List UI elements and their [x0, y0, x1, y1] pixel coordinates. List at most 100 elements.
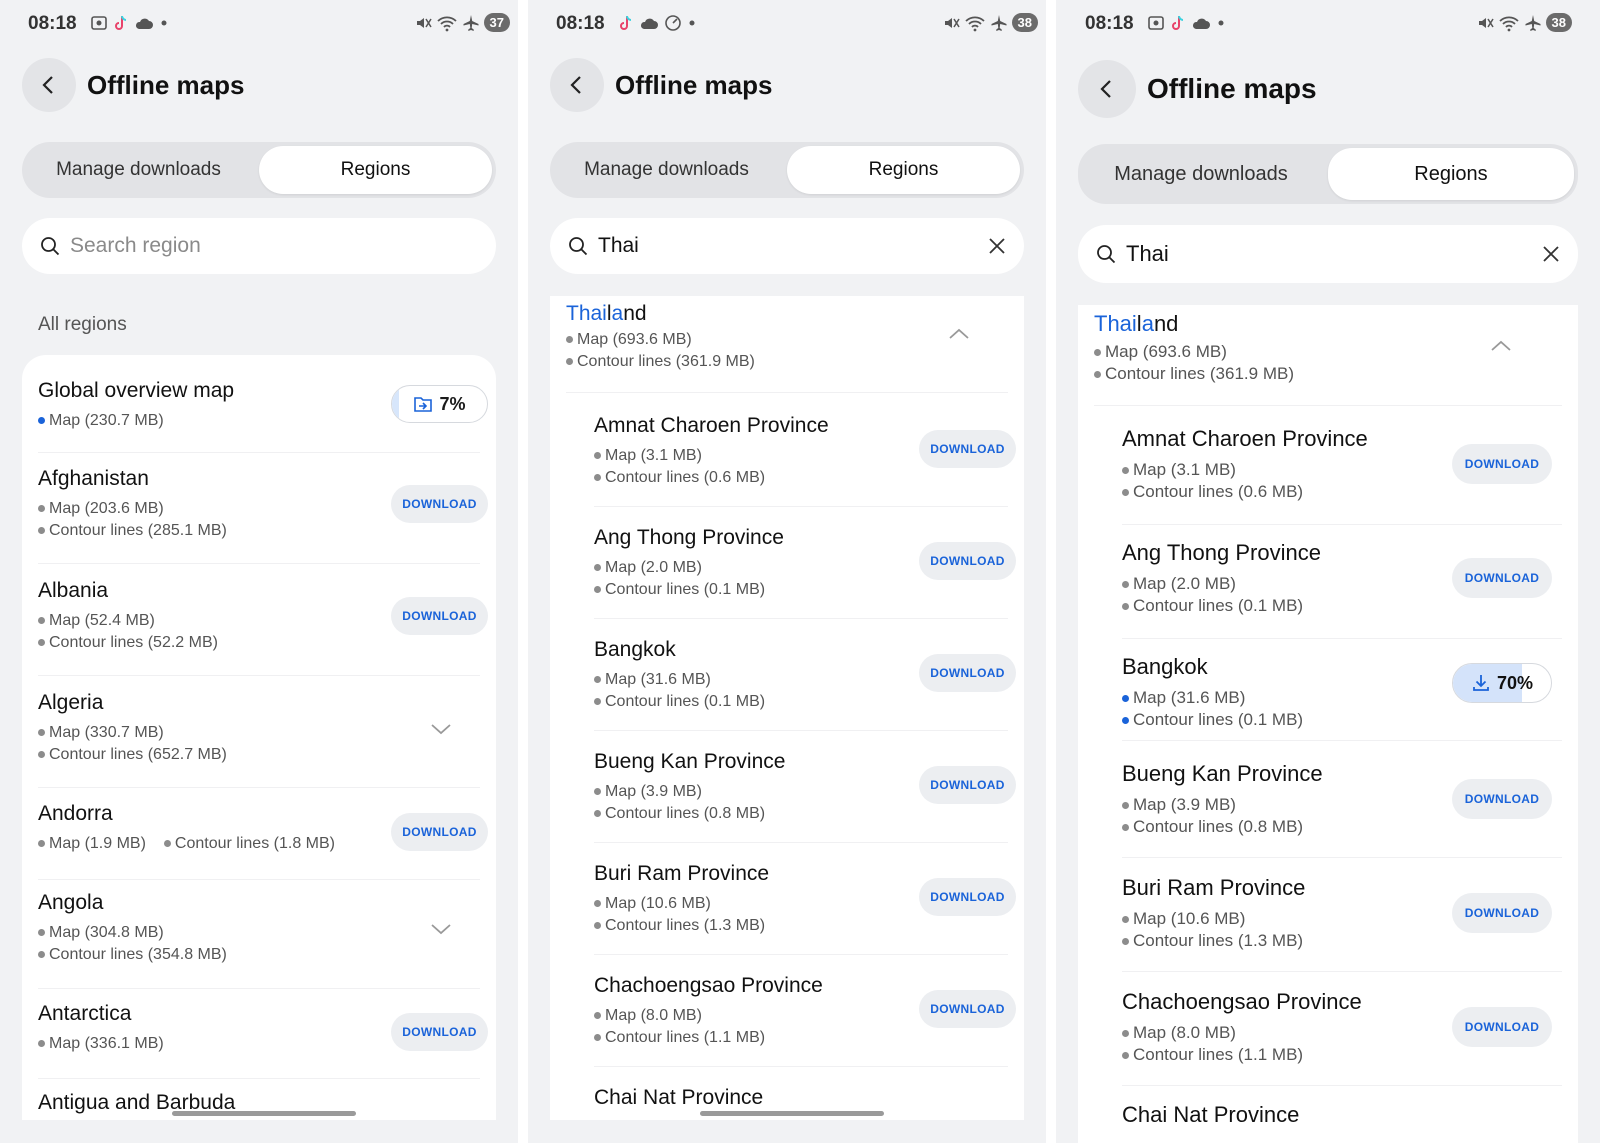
- region-name: Algeria: [38, 691, 104, 714]
- download-progress-button[interactable]: 7%: [391, 385, 488, 423]
- tab-manage-downloads[interactable]: Manage downloads: [1078, 144, 1324, 204]
- status-dot: [1094, 349, 1101, 356]
- divider: [594, 730, 1008, 731]
- chevron-up-icon[interactable]: [948, 327, 970, 341]
- download-button[interactable]: DOWNLOAD: [919, 990, 1016, 1028]
- divider: [38, 675, 480, 676]
- status-dot: [594, 676, 601, 683]
- mute-icon: [416, 17, 432, 28]
- divider: [1122, 857, 1562, 858]
- chevron-left-icon: [1100, 80, 1111, 98]
- chevron-left-icon: [42, 76, 53, 94]
- download-button[interactable]: DOWNLOAD: [391, 1013, 488, 1051]
- chevron-down-icon[interactable]: [430, 922, 452, 936]
- status-dot: [1122, 695, 1129, 702]
- status-dot: [38, 505, 45, 512]
- airplane-icon: [1525, 14, 1541, 31]
- header: Offline maps: [550, 58, 1036, 112]
- download-button[interactable]: DOWNLOAD: [391, 813, 488, 851]
- status-dot: [38, 639, 45, 646]
- region-size: Map (304.8 MB) Contour lines (354.8 MB): [38, 922, 480, 966]
- download-button[interactable]: DOWNLOAD: [919, 654, 1016, 692]
- list-item[interactable]: Algeria Map (330.7 MB) Contour lines (652…: [38, 691, 480, 766]
- back-button[interactable]: [1078, 60, 1136, 118]
- tab-manage-downloads[interactable]: Manage downloads: [550, 142, 783, 198]
- region-name: Thailand: [566, 302, 647, 325]
- download-progress-button[interactable]: 70%: [1452, 663, 1552, 703]
- divider: [594, 506, 1008, 507]
- chevron-down-icon[interactable]: [430, 722, 452, 736]
- download-button[interactable]: DOWNLOAD: [919, 878, 1016, 916]
- status-time: 08:18: [556, 13, 605, 34]
- tiktok-icon: [620, 15, 632, 30]
- country-item-thailand[interactable]: Thailand Map (693.6 MB) Contour lines (36…: [566, 302, 1008, 373]
- screen-1: 08:18 37 Offline maps Manage downloads R…: [0, 0, 518, 1143]
- tab-manage-downloads[interactable]: Manage downloads: [22, 142, 255, 198]
- region-list: Thailand Map (693.6 MB) Contour lines (36…: [1078, 305, 1578, 1143]
- download-button[interactable]: DOWNLOAD: [919, 542, 1016, 580]
- status-dot: [594, 1012, 601, 1019]
- status-dot: [1122, 467, 1129, 474]
- divider: [1122, 524, 1562, 525]
- status-dot: [38, 729, 45, 736]
- download-button[interactable]: DOWNLOAD: [391, 485, 488, 523]
- tab-regions[interactable]: Regions: [1328, 148, 1574, 200]
- status-dot: [594, 922, 601, 929]
- airplane-icon: [991, 14, 1007, 31]
- divider: [1122, 740, 1562, 741]
- notification-icons: [90, 14, 169, 32]
- system-icons: 37: [414, 13, 510, 32]
- header: Offline maps: [22, 58, 508, 112]
- tiktok-icon: [1172, 15, 1184, 30]
- divider: [566, 392, 1008, 393]
- status-dot: [594, 810, 601, 817]
- dot-icon: [689, 20, 695, 26]
- chevron-left-icon: [570, 76, 581, 94]
- download-button[interactable]: DOWNLOAD: [1452, 444, 1552, 484]
- tab-bar: Manage downloads Regions: [22, 142, 496, 198]
- chevron-up-icon[interactable]: [1490, 339, 1512, 353]
- download-button[interactable]: DOWNLOAD: [1452, 779, 1552, 819]
- status-dot: [1094, 371, 1101, 378]
- tab-regions[interactable]: Regions: [259, 146, 492, 194]
- folder-download-icon: [414, 397, 433, 412]
- download-button[interactable]: DOWNLOAD: [919, 766, 1016, 804]
- list-item[interactable]: Chai Nat Province: [1122, 1102, 1562, 1128]
- mute-icon: [944, 17, 960, 28]
- divider: [38, 1078, 480, 1079]
- download-button[interactable]: DOWNLOAD: [919, 430, 1016, 468]
- search-input[interactable]: Search region: [22, 218, 496, 274]
- search-input[interactable]: Thai: [1078, 225, 1578, 283]
- status-dot: [1122, 916, 1129, 923]
- screen-3: 08:18 38 Offline maps Manage downloads R…: [1056, 0, 1600, 1143]
- status-dot: [1122, 489, 1129, 496]
- back-button[interactable]: [550, 58, 604, 112]
- status-dot: [1122, 581, 1129, 588]
- list-item[interactable]: Angola Map (304.8 MB) Contour lines (354.…: [38, 891, 480, 966]
- close-icon[interactable]: [988, 237, 1006, 255]
- status-dot: [1122, 824, 1129, 831]
- cloud-icon: [1192, 18, 1210, 29]
- download-button[interactable]: DOWNLOAD: [1452, 1007, 1552, 1047]
- download-button[interactable]: DOWNLOAD: [391, 597, 488, 635]
- divider: [38, 988, 480, 989]
- download-button[interactable]: DOWNLOAD: [1452, 558, 1552, 598]
- divider: [1122, 971, 1562, 972]
- list-item[interactable]: Chai Nat Province: [594, 1086, 1008, 1110]
- status-dot: [1122, 717, 1129, 724]
- search-input[interactable]: Thai: [550, 218, 1024, 274]
- region-list: Thailand Map (693.6 MB) Contour lines (36…: [550, 296, 1024, 1120]
- divider: [594, 1066, 1008, 1067]
- back-button[interactable]: [22, 58, 76, 112]
- header: Offline maps: [1078, 60, 1590, 118]
- tab-regions[interactable]: Regions: [787, 146, 1020, 194]
- status-bar: 08:18 37: [0, 10, 518, 40]
- screenshot-icon: [91, 16, 107, 30]
- wifi-icon: [964, 16, 985, 31]
- cloud-icon: [135, 18, 153, 29]
- region-list: Global overview map Map (230.7 MB) 7% Af…: [22, 355, 496, 1120]
- download-button[interactable]: DOWNLOAD: [1452, 893, 1552, 933]
- search-icon: [569, 237, 588, 256]
- status-dot: [1122, 938, 1129, 945]
- close-icon[interactable]: [1542, 245, 1560, 263]
